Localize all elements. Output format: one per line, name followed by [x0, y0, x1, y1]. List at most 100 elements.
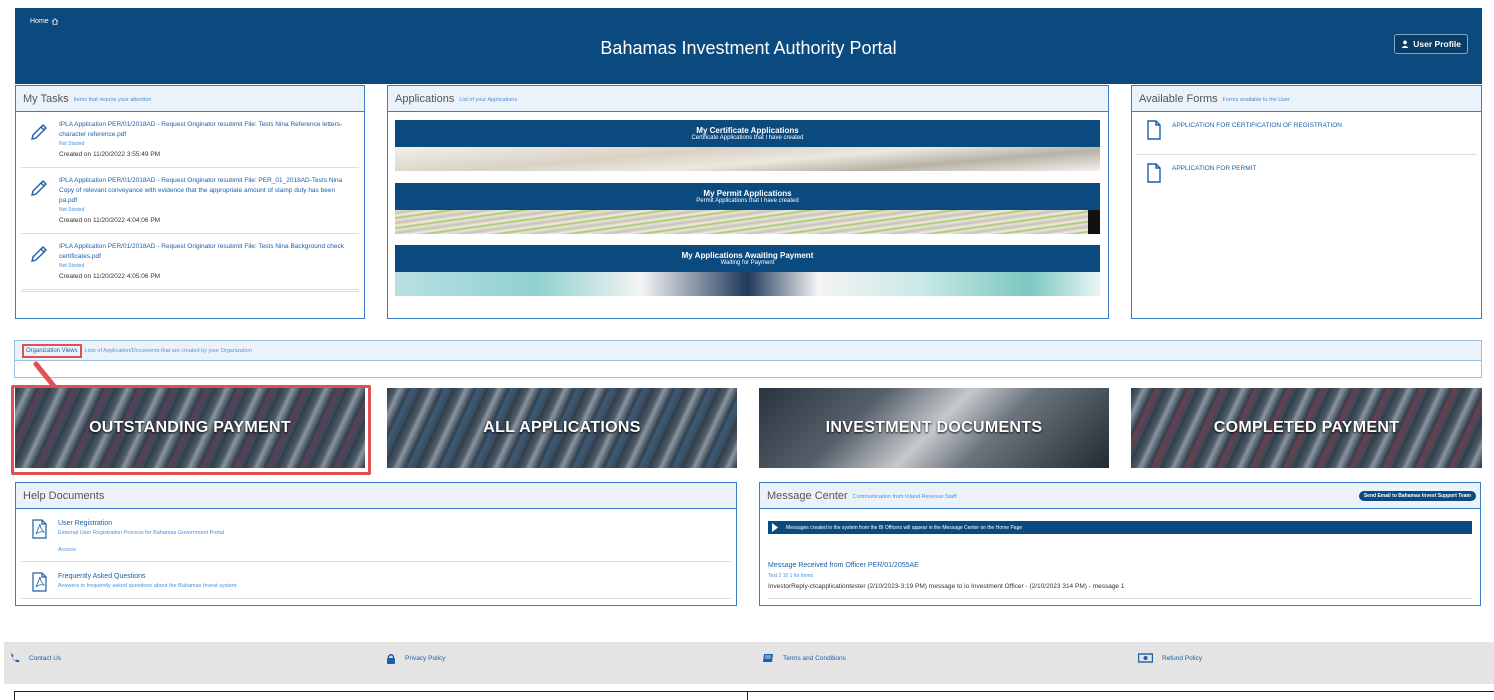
footer-contact-link[interactable]: Contact Us [10, 653, 61, 663]
awaiting-payment-tile[interactable]: My Applications Awaiting Payment Waiting… [395, 245, 1100, 296]
footer: Contact Us Privacy Policy Terms and Cond… [4, 642, 1494, 684]
my-tasks-title: My Tasks [23, 92, 69, 105]
caret-right-icon [772, 523, 778, 532]
tile-label: OUTSTANDING PAYMENT [89, 419, 291, 436]
help-description: Answers to frequently asked questions ab… [58, 583, 237, 589]
tile-label: INVESTMENT DOCUMENTS [825, 419, 1043, 436]
help-extra: Access [58, 547, 76, 553]
message-center-panel: Message Center Communication from Inland… [759, 482, 1481, 606]
my-tasks-subtitle: Items that require your attention [73, 96, 152, 103]
organization-views-subtitle: Lists of Application/Documents that are … [84, 347, 252, 354]
tile-title: My Applications Awaiting Payment [681, 251, 814, 260]
bottom-frame-left [14, 691, 748, 700]
message-center-title: Message Center [767, 489, 848, 502]
task-link[interactable]: IPLA Application PER/01/2018AD - Request… [59, 120, 352, 140]
all-applications-tile[interactable]: ALL APPLICATIONS [387, 388, 737, 468]
task-link[interactable]: IPLA Application PER/01/2018AD - Request… [59, 176, 352, 206]
home-link-label: Home [30, 18, 49, 25]
pdf-icon [32, 572, 47, 592]
footer-refund-label: Refund Policy [1162, 654, 1203, 662]
help-title[interactable]: Frequently Asked Questions [58, 572, 237, 582]
message-item[interactable]: Message Received from Officer PER/01/205… [768, 560, 1472, 599]
money-icon [1138, 653, 1153, 663]
help-item[interactable]: Frequently Asked Questions Answers to fr… [21, 562, 731, 599]
organization-views-section: Organization Views Lists of Application/… [14, 340, 1482, 378]
investment-documents-tile[interactable]: INVESTMENT DOCUMENTS [759, 388, 1109, 468]
footer-terms-label: Terms and Conditions [783, 654, 846, 662]
pencil-icon [31, 124, 47, 140]
task-item[interactable]: IPLA Application PER/01/2018AD - Request… [21, 168, 359, 234]
task-item[interactable]: IPLA Application PER/01/2018AD - Request… [21, 234, 359, 292]
task-created-date: Created on 11/20/2022 4:04:06 PM [59, 217, 161, 224]
message-banner-text: Messages created in the system from the … [786, 524, 1023, 531]
tile-subtitle: Permit Applications that I have created [696, 198, 799, 204]
task-status: Not Started [59, 263, 85, 269]
phone-icon [11, 653, 20, 663]
tile-subtitle: Waiting for Payment [720, 260, 775, 266]
task-created-date: Created on 11/20/2022 4:05:06 PM [59, 273, 161, 280]
task-status: Not Started [59, 141, 85, 147]
help-title[interactable]: User Registration [58, 519, 224, 529]
pdf-icon [32, 519, 47, 539]
footer-refund-link[interactable]: Refund Policy [1138, 653, 1202, 663]
footer-contact-label: Contact Us [29, 654, 62, 662]
footer-privacy-label: Privacy Policy [405, 655, 446, 662]
message-meta: Test 2 10 1 for items [768, 573, 814, 579]
home-link[interactable]: Home [30, 18, 59, 25]
message-title[interactable]: Message Received from Officer PER/01/205… [768, 560, 1472, 572]
task-link[interactable]: IPLA Application PER/01/2018AD - Request… [59, 242, 352, 262]
help-documents-panel: Help Documents User Registration Externa… [15, 482, 737, 606]
available-forms-header: Available Forms Forms available to the U… [1132, 86, 1481, 112]
tile-label: COMPLETED PAYMENT [1213, 419, 1400, 436]
payment-tile-image [395, 272, 1100, 296]
applications-panel: Applications List of your Applications M… [387, 85, 1109, 319]
completed-payment-tile[interactable]: COMPLETED PAYMENT [1131, 388, 1482, 468]
task-status: Not Started [59, 207, 85, 213]
lock-icon [387, 654, 395, 664]
footer-terms-link[interactable]: Terms and Conditions [762, 653, 846, 663]
certificate-tile-image [395, 147, 1100, 171]
help-item[interactable]: User Registration External User Registra… [21, 509, 731, 562]
book-icon [763, 654, 773, 662]
form-link[interactable]: APPLICATION FOR PERMIT [1172, 163, 1256, 183]
bottom-frame-right [747, 691, 1494, 700]
my-tasks-header: My Tasks Items that require your attenti… [16, 86, 364, 112]
form-link[interactable]: APPLICATION FOR CERTIFICATION OF REGISTR… [1172, 120, 1342, 144]
tile-subtitle: Certificate Applications that I have cre… [691, 135, 804, 141]
tile-title: My Permit Applications [703, 189, 792, 198]
help-documents-header: Help Documents [16, 483, 736, 509]
message-center-subtitle: Communication from Inland Revenue Staff [852, 493, 957, 500]
message-center-header: Message Center Communication from Inland… [760, 483, 1480, 509]
form-item[interactable]: APPLICATION FOR PERMIT [1136, 155, 1477, 193]
home-icon [51, 18, 59, 25]
tile-label: ALL APPLICATIONS [483, 419, 641, 436]
page-title: Bahamas Investment Authority Portal [600, 38, 897, 58]
permit-applications-tile[interactable]: My Permit Applications Permit Applicatio… [395, 183, 1100, 234]
document-icon [1147, 163, 1161, 183]
my-tasks-panel: My Tasks Items that require your attenti… [15, 85, 365, 319]
tile-title: My Certificate Applications [696, 126, 799, 135]
portal-page: Home Bahamas Investment Authority Portal… [0, 0, 1494, 700]
organization-views-label[interactable]: Organization Views [22, 343, 82, 358]
form-item[interactable]: APPLICATION FOR CERTIFICATION OF REGISTR… [1136, 112, 1477, 155]
help-description: External User Registration Process for B… [58, 530, 224, 536]
applications-subtitle: List of your Applications [459, 96, 518, 103]
applications-title: Applications [395, 92, 455, 105]
applications-header: Applications List of your Applications [388, 86, 1108, 112]
task-item[interactable]: IPLA Application PER/01/2018AD - Request… [21, 112, 359, 168]
permit-tile-image [395, 210, 1100, 234]
user-icon [1401, 40, 1409, 48]
pencil-icon [31, 246, 47, 262]
pencil-icon [31, 180, 47, 196]
send-email-button[interactable]: Send Email to Bahamas Invest Support Tea… [1358, 490, 1476, 501]
footer-privacy-link[interactable]: Privacy Policy [386, 653, 445, 664]
available-forms-title: Available Forms [1139, 92, 1218, 105]
task-list: IPLA Application PER/01/2018AD - Request… [16, 112, 364, 316]
portal-header: Home Bahamas Investment Authority Portal… [15, 8, 1482, 84]
user-profile-button[interactable]: User Profile [1394, 34, 1468, 54]
certificate-applications-tile[interactable]: My Certificate Applications Certificate … [395, 120, 1100, 171]
document-icon [1147, 120, 1161, 140]
message-text: InvestorReply-ctcapplicationtester (2/10… [768, 583, 1125, 590]
help-documents-title: Help Documents [23, 489, 105, 502]
message-banner: Messages created in the system from the … [768, 521, 1472, 534]
